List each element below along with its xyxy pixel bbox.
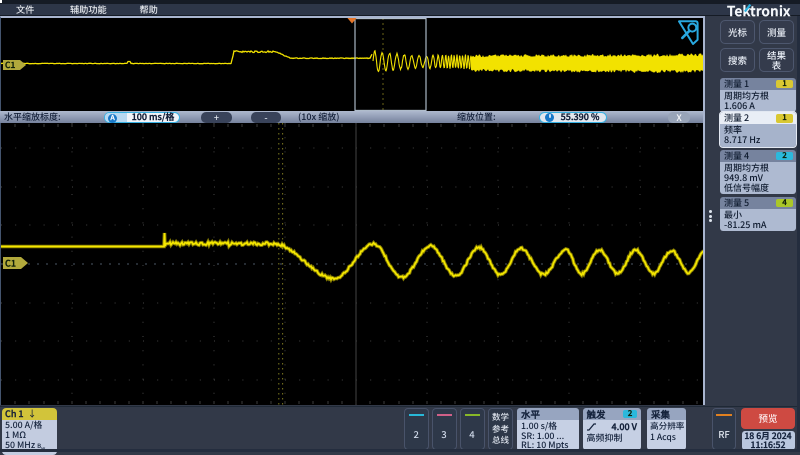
svg-text:C1: C1 — [5, 59, 15, 71]
svg-text:C1: C1 — [5, 257, 16, 270]
